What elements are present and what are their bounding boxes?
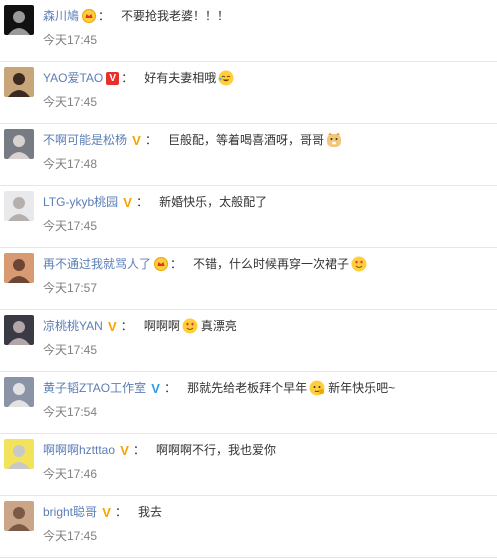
username-link[interactable]: 再不通过我就骂人了 xyxy=(43,254,151,274)
comment-line: 不啊可能是松杨 V ： 巨般配，等着喝喜酒呀，哥哥 xyxy=(43,130,342,150)
comment-text: 不要抢我老婆！！！ xyxy=(121,9,230,23)
colon: ： xyxy=(145,133,158,147)
verified-v-icon: V xyxy=(120,442,129,458)
comment-text-tail: 新年快乐吧~ xyxy=(328,381,396,395)
doge-icon xyxy=(326,132,342,148)
avatar[interactable] xyxy=(4,501,34,531)
comment-line: 黄子韬ZTAO工作室 V ： 那就先给老板拜个早年 新年快乐吧~ xyxy=(43,378,395,398)
heart-eyes-icon xyxy=(182,318,198,334)
comment-text: 啊啊啊不行，我也爱你 xyxy=(156,443,277,457)
avatar[interactable] xyxy=(4,377,34,407)
username-link[interactable]: 森川鳩 xyxy=(43,6,79,26)
comment-line: LTG-ykyb桃园 V ： 新婚快乐，太般配了 xyxy=(43,192,267,212)
laughing-tears-icon xyxy=(218,70,234,86)
avatar[interactable] xyxy=(4,315,34,345)
colon: ： xyxy=(120,319,133,333)
comment-line: 凉桃桃YAN V ： 啊啊啊 真漂亮 xyxy=(43,316,237,336)
comment-line: 再不通过我就骂人了 ： 不错，什么时候再穿一次裙子 xyxy=(43,254,367,274)
username-link[interactable]: 黄子韬ZTAO工作室 xyxy=(43,378,146,398)
comment-text: 不错，什么时候再穿一次裙子 xyxy=(193,257,350,271)
verified-v-icon: V xyxy=(106,71,120,85)
comment-row: 凉桃桃YAN V ： 啊啊啊 真漂亮 今天17:45 xyxy=(0,310,497,372)
avatar[interactable] xyxy=(4,191,34,221)
timestamp: 今天17:46 xyxy=(43,467,98,481)
comment-text: 好有夫妻相哦 xyxy=(144,71,217,85)
avatar[interactable] xyxy=(4,129,34,159)
verified-v-icon: V xyxy=(123,194,132,210)
comment-row: LTG-ykyb桃园 V ： 新婚快乐，太般配了 今天17:45 xyxy=(0,186,497,248)
username-link[interactable]: 不啊可能是松杨 xyxy=(43,130,127,150)
comment-row: 黄子韬ZTAO工作室 V ： 那就先给老板拜个早年 新年快乐吧~ 今天17:54 xyxy=(0,372,497,434)
avatar[interactable] xyxy=(4,439,34,469)
colon: ： xyxy=(164,381,177,395)
avatar[interactable] xyxy=(4,5,34,35)
comment-text: 我去 xyxy=(138,505,163,519)
avatar[interactable] xyxy=(4,67,34,97)
verified-v-icon: V xyxy=(102,504,111,520)
timestamp: 今天17:45 xyxy=(43,95,98,109)
comment-text: 新婚快乐，太般配了 xyxy=(159,195,268,209)
comment-line: 啊啊啊hztttao V ： 啊啊啊不行，我也爱你 xyxy=(43,440,276,460)
username-link[interactable]: YAO爱TAO xyxy=(43,68,103,88)
vip-crown-icon xyxy=(154,257,169,271)
colon: ： xyxy=(98,9,111,23)
verified-v-icon: V xyxy=(151,380,160,396)
salute-icon xyxy=(309,380,325,396)
timestamp: 今天17:54 xyxy=(43,405,98,419)
comment-text: 那就先给老板拜个早年 xyxy=(187,381,308,395)
comment-text: 巨般配，等着喝喜酒呀，哥哥 xyxy=(168,133,325,147)
comment-line: 森川鳩 ： 不要抢我老婆！！！ xyxy=(43,6,229,26)
colon: ： xyxy=(170,257,183,271)
timestamp: 今天17:45 xyxy=(43,343,98,357)
comment-row: 不啊可能是松杨 V ： 巨般配，等着喝喜酒呀，哥哥 今天17:48 xyxy=(0,124,497,186)
timestamp: 今天17:45 xyxy=(43,33,98,47)
avatar[interactable] xyxy=(4,253,34,283)
colon: ： xyxy=(121,71,134,85)
heart-eyes-icon xyxy=(351,256,367,272)
comment-line: YAO爱TAO V ： 好有夫妻相哦 xyxy=(43,68,234,88)
comment-line: bright聪哥 V ： 我去 xyxy=(43,502,162,522)
comment-row: YAO爱TAO V ： 好有夫妻相哦 今天17:45 xyxy=(0,62,497,124)
comment-row: 再不通过我就骂人了 ： 不错，什么时候再穿一次裙子 今天17:57 xyxy=(0,248,497,310)
colon: ： xyxy=(115,505,128,519)
vip-crown-icon xyxy=(82,9,97,23)
colon: ： xyxy=(136,195,149,209)
username-link[interactable]: bright聪哥 xyxy=(43,502,97,522)
comment-text: 啊啊啊 xyxy=(143,319,180,333)
verified-v-icon: V xyxy=(132,132,141,148)
colon: ： xyxy=(133,443,146,457)
username-link[interactable]: 凉桃桃YAN xyxy=(43,316,103,336)
timestamp: 今天17:45 xyxy=(43,529,98,543)
username-link[interactable]: 啊啊啊hztttao xyxy=(43,440,115,460)
timestamp: 今天17:45 xyxy=(43,219,98,233)
timestamp: 今天17:48 xyxy=(43,157,98,171)
comment-list: 森川鳩 ： 不要抢我老婆！！！ 今天17:45 YAO爱TAO V ： 好有夫妻… xyxy=(0,0,497,558)
comment-row: 啊啊啊hztttao V ： 啊啊啊不行，我也爱你 今天17:46 xyxy=(0,434,497,496)
comment-row: bright聪哥 V ： 我去 今天17:45 xyxy=(0,496,497,558)
comment-row: 森川鳩 ： 不要抢我老婆！！！ 今天17:45 xyxy=(0,0,497,62)
verified-v-icon: V xyxy=(107,318,117,334)
comment-text-tail: 真漂亮 xyxy=(200,319,237,333)
timestamp: 今天17:57 xyxy=(43,281,98,295)
username-link[interactable]: LTG-ykyb桃园 xyxy=(43,192,118,212)
